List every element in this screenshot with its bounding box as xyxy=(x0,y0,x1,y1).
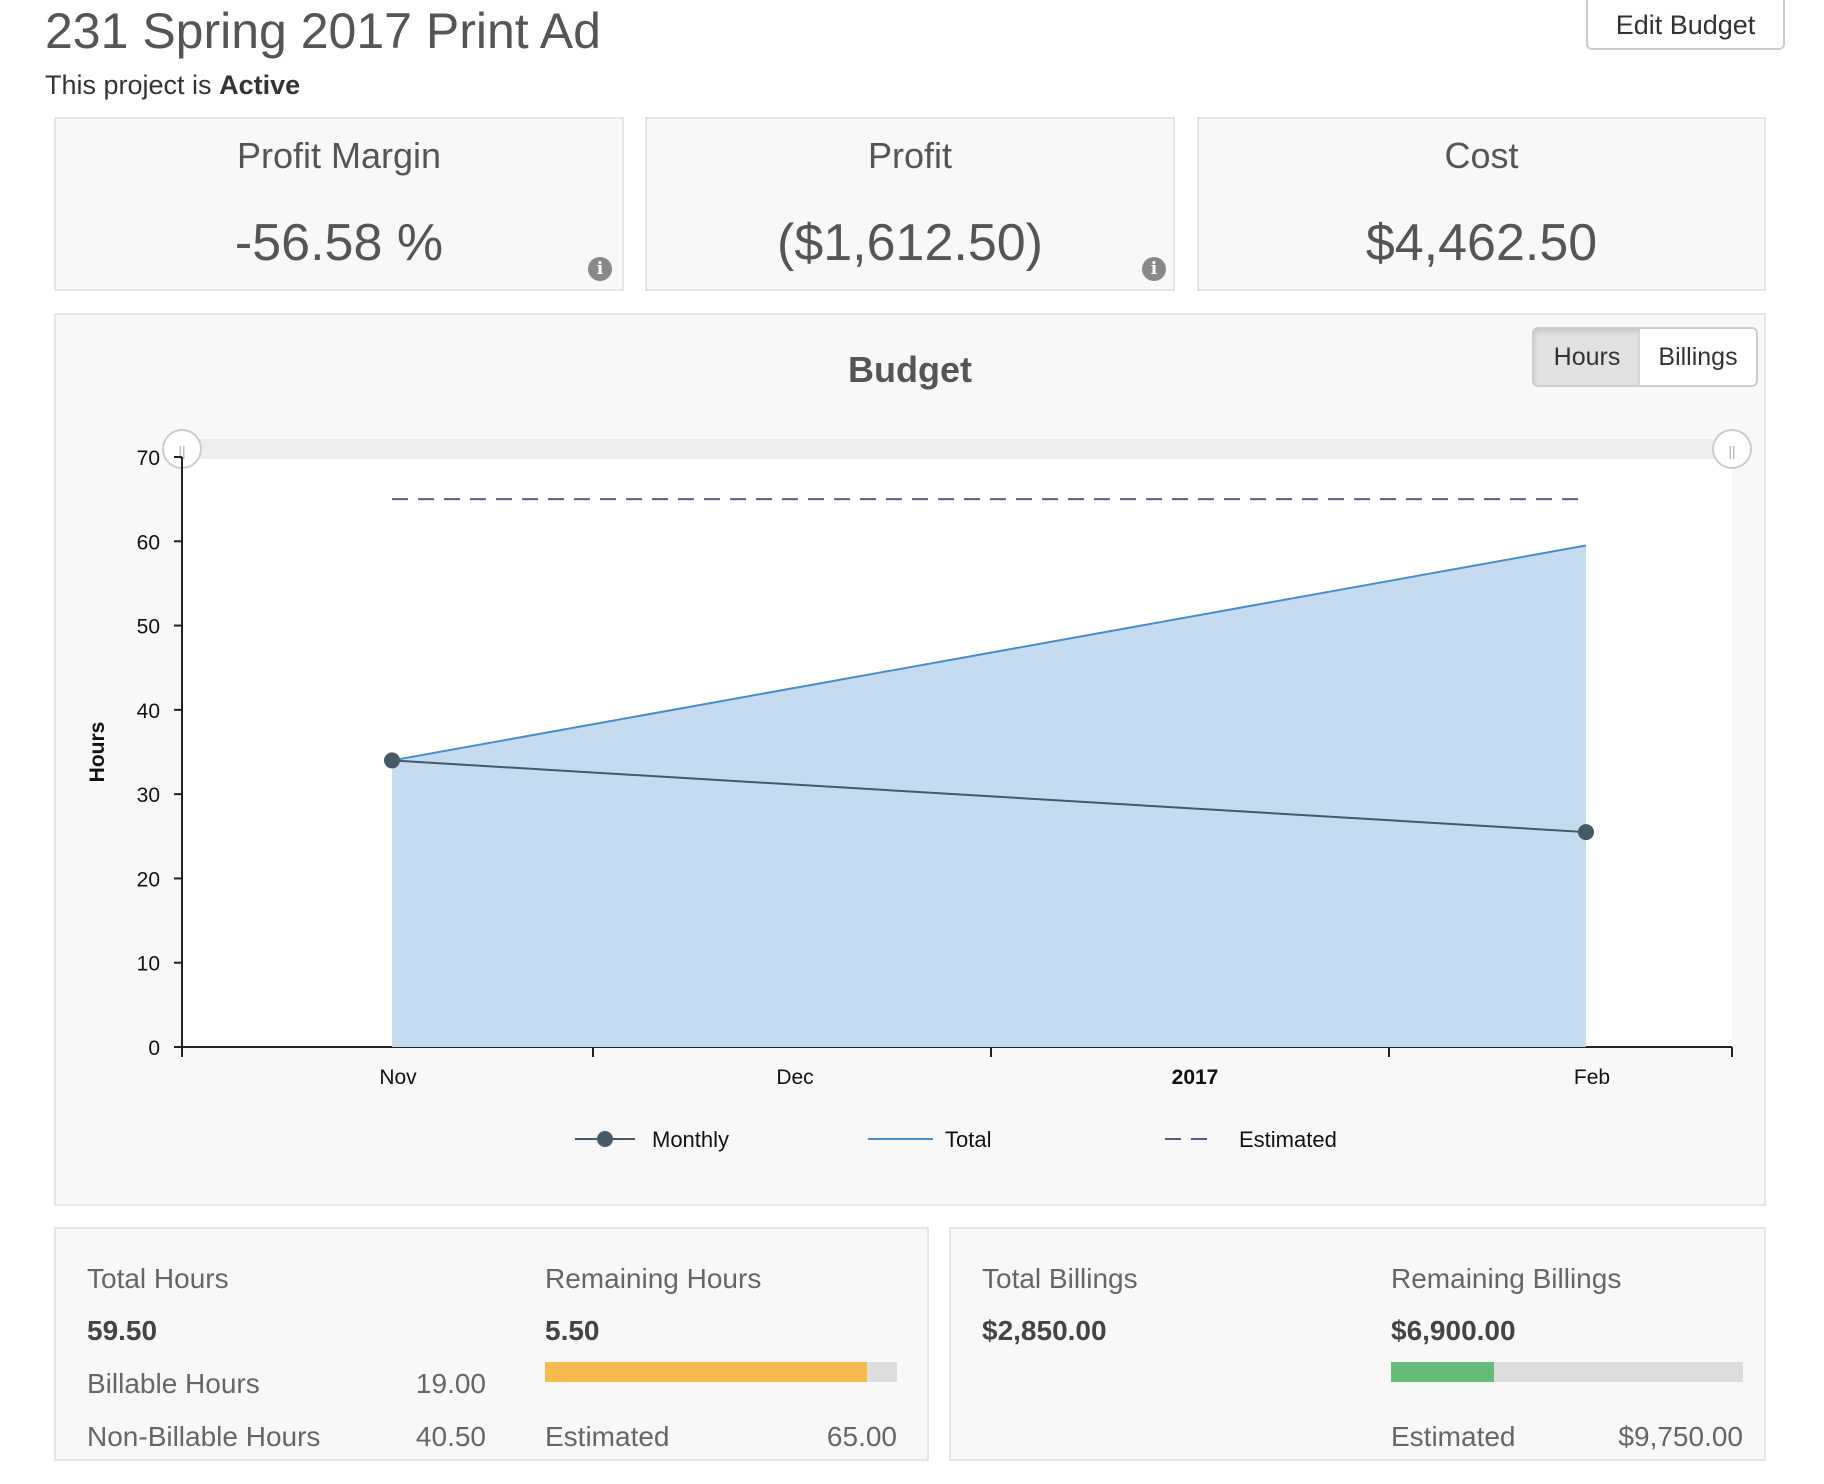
remaining-billings-label: Remaining Billings xyxy=(1391,1263,1622,1294)
profit-label: Profit xyxy=(867,135,953,176)
hours-progress-fill xyxy=(545,1362,868,1382)
profit-value: ($1,612.50) xyxy=(777,214,1043,272)
total-hours-value: 59.50 xyxy=(87,1315,158,1346)
legend-total-label: Total xyxy=(945,1127,991,1152)
billable-hours-label: Billable Hours xyxy=(87,1368,260,1399)
y-tick-label: 0 xyxy=(148,1037,160,1060)
profit-card: Profit ($1,612.50) i xyxy=(645,117,1175,291)
page-title: 231 Spring 2017 Print Ad xyxy=(45,3,601,59)
total-billings-label: Total Billings xyxy=(982,1263,1138,1294)
y-tick-label: 50 xyxy=(137,616,160,639)
cost-value: $4,462.50 xyxy=(1365,214,1598,272)
billings-estimated-label: Estimated xyxy=(1391,1421,1516,1452)
profit-margin-label: Profit Margin xyxy=(236,135,442,176)
y-tick-label: 30 xyxy=(137,784,160,807)
monthly-point xyxy=(1578,824,1594,841)
billable-hours-value: 19.00 xyxy=(415,1368,486,1399)
budget-chart: || || 010203040506070 Nov Dec 2017 Feb Hours… xyxy=(86,429,1752,1152)
non-billable-hours-value: 40.50 xyxy=(415,1421,486,1452)
x-tick-label: 2017 xyxy=(1172,1066,1219,1089)
legend-estimated-label: Estimated xyxy=(1239,1127,1337,1152)
profit-margin-card: Profit Margin -56.58 % i xyxy=(54,117,624,291)
billings-progress-bar xyxy=(1391,1362,1743,1382)
profit-margin-info-icon[interactable]: i xyxy=(588,257,612,281)
status-prefix: This project is xyxy=(45,70,212,100)
y-tick-label: 10 xyxy=(137,953,160,976)
x-tick-label: Feb xyxy=(1574,1066,1610,1089)
status-value: Active xyxy=(219,70,301,100)
y-axis-label: Hours xyxy=(86,722,109,783)
hours-estimated-label: Estimated xyxy=(545,1421,670,1452)
legend-monthly-marker xyxy=(597,1131,613,1147)
remaining-hours-label: Remaining Hours xyxy=(545,1263,762,1294)
hours-progress-bar xyxy=(545,1362,897,1382)
hours-estimated-value: 65.00 xyxy=(826,1421,897,1452)
billings-summary-card: Total Billings $2,850.00 Remaining Billi… xyxy=(949,1227,1766,1461)
total-billings-value: $2,850.00 xyxy=(982,1315,1107,1346)
y-tick-label: 20 xyxy=(137,868,160,891)
profit-margin-value: -56.58 % xyxy=(234,214,444,272)
profit-info-icon[interactable]: i xyxy=(1142,257,1166,281)
remaining-billings-value: $6,900.00 xyxy=(1391,1315,1516,1346)
project-status: This project is Active xyxy=(45,70,300,101)
y-tick-label: 60 xyxy=(137,531,160,554)
cost-label: Cost xyxy=(1444,135,1519,176)
budget-chart-card: Budget Hours Billings || || 0 10 20 30 40 50 60… xyxy=(54,313,1766,1206)
y-tick-label: 40 xyxy=(137,700,160,723)
range-handle-grip: || xyxy=(1728,443,1735,459)
x-tick-label: Dec xyxy=(776,1066,813,1089)
edit-budget-button[interactable]: Edit Budget xyxy=(1586,0,1785,50)
x-tick-label: Nov xyxy=(379,1066,417,1089)
hours-summary-card: Total Hours 59.50 Billable Hours 19.00 N… xyxy=(54,1227,929,1461)
non-billable-hours-label: Non-Billable Hours xyxy=(87,1421,321,1452)
total-hours-label: Total Hours xyxy=(87,1263,229,1294)
remaining-hours-value: 5.50 xyxy=(545,1315,600,1346)
y-tick-label: 70 xyxy=(137,447,160,470)
monthly-point xyxy=(384,752,400,769)
range-selector-track[interactable] xyxy=(182,439,1732,459)
billings-estimated-value: $9,750.00 xyxy=(1618,1421,1743,1452)
legend-monthly-label: Monthly xyxy=(652,1127,729,1152)
cost-card: Cost $4,462.50 xyxy=(1197,117,1766,291)
billings-progress-fill xyxy=(1391,1362,1494,1382)
